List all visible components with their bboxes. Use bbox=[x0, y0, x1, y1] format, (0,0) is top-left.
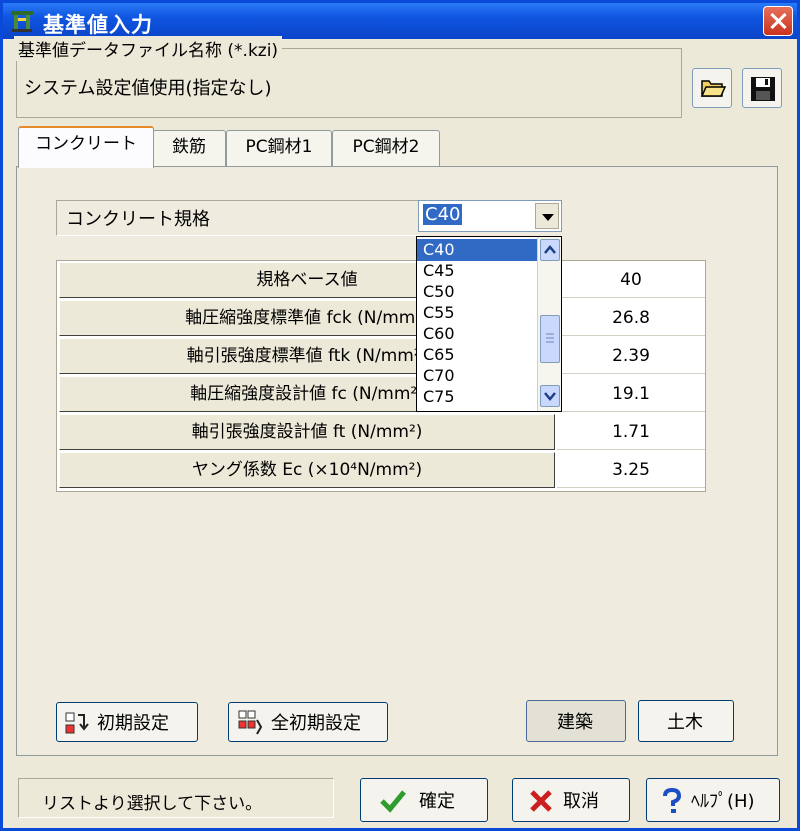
concrete-spec-label: コンクリート規格 bbox=[66, 209, 210, 230]
building-label: 建築 bbox=[557, 712, 593, 733]
close-icon[interactable] bbox=[763, 6, 793, 36]
param-value[interactable]: 2.39 bbox=[557, 338, 705, 374]
help-label: ﾍﾙﾌﾟ(H) bbox=[691, 791, 755, 812]
file-group-legend: 基準値データファイル名称 (*.kzi) bbox=[14, 36, 283, 61]
scroll-up-icon[interactable] bbox=[540, 239, 560, 261]
list-item[interactable]: C55 bbox=[417, 302, 537, 324]
table-row: 軸引張強度設計値 ft (N/mm²) 1.71 bbox=[57, 413, 707, 451]
civil-button[interactable]: 土木 bbox=[638, 700, 734, 742]
chevron-down-icon[interactable] bbox=[535, 203, 559, 229]
ok-button[interactable]: 確定 bbox=[360, 778, 488, 822]
list-item[interactable]: C60 bbox=[417, 323, 537, 345]
cancel-label: 取消 bbox=[563, 791, 599, 812]
cancel-button[interactable]: 取消 bbox=[512, 778, 630, 822]
tab-pc-steel-2-label: PC鋼材2 bbox=[352, 137, 420, 157]
initial-settings-icon bbox=[65, 711, 91, 740]
open-file-button[interactable] bbox=[692, 68, 732, 108]
table-row: 軸引張強度標準値 ftk (N/mm²) 2.39 bbox=[57, 337, 707, 375]
table-row: 軸圧縮強度標準値 fck (N/mm²) 26.8 bbox=[57, 299, 707, 337]
list-item[interactable]: C75 bbox=[417, 386, 537, 408]
tab-pc-steel-1[interactable]: PC鋼材1 bbox=[226, 130, 332, 166]
param-value[interactable]: 3.25 bbox=[557, 452, 705, 488]
param-value[interactable]: 40 bbox=[557, 262, 705, 298]
tab-pc-steel-1-label: PC鋼材1 bbox=[245, 137, 313, 157]
all-initial-settings-label: 全初期設定 bbox=[271, 713, 361, 734]
file-name-value: システム設定値使用(指定なし) bbox=[24, 78, 272, 99]
initial-settings-label: 初期設定 bbox=[97, 713, 169, 734]
list-item[interactable]: C40 bbox=[417, 239, 537, 261]
initial-settings-button[interactable]: 初期設定 bbox=[56, 702, 198, 742]
table-row: 規格ベース値 40 bbox=[57, 261, 707, 299]
dropdown-scrollbar[interactable] bbox=[537, 237, 561, 411]
help-button[interactable]: ﾍﾙﾌﾟ(H) bbox=[646, 778, 780, 822]
civil-label: 土木 bbox=[667, 712, 703, 733]
ok-label: 確定 bbox=[419, 791, 455, 812]
scroll-thumb[interactable] bbox=[540, 315, 560, 363]
param-value[interactable]: 26.8 bbox=[557, 300, 705, 336]
window-title: 基準値入力 bbox=[43, 13, 153, 37]
list-item[interactable]: C70 bbox=[417, 365, 537, 387]
param-table: 規格ベース値 40 軸圧縮強度標準値 fck (N/mm²) 26.8 軸引張強… bbox=[56, 260, 706, 492]
list-item[interactable]: C65 bbox=[417, 344, 537, 366]
concrete-spec-dropdown-list[interactable]: C40 C45 C50 C55 C60 C65 C70 C75 bbox=[416, 236, 562, 412]
param-value[interactable]: 19.1 bbox=[557, 376, 705, 412]
tab-rebar-label: 鉄筋 bbox=[172, 137, 206, 157]
save-file-button[interactable] bbox=[742, 68, 782, 108]
table-row: ヤング係数 Ec (×10⁴N/mm²) 3.25 bbox=[57, 451, 707, 489]
tab-concrete[interactable]: コンクリート bbox=[18, 126, 154, 168]
title-bar[interactable]: 基準値入力 bbox=[3, 3, 797, 39]
checkmark-icon bbox=[379, 789, 407, 818]
param-value[interactable]: 1.71 bbox=[557, 414, 705, 450]
help-question-icon bbox=[661, 787, 683, 819]
all-initial-settings-icon bbox=[237, 710, 265, 741]
param-label: ヤング係数 Ec (×10⁴N/mm²) bbox=[59, 452, 555, 488]
concrete-spec-combobox[interactable]: C40 bbox=[418, 200, 562, 232]
table-row: 軸圧縮強度設計値 fc (N/mm²) 19.1 bbox=[57, 375, 707, 413]
all-initial-settings-button[interactable]: 全初期設定 bbox=[228, 702, 388, 742]
tab-pc-steel-2[interactable]: PC鋼材2 bbox=[332, 130, 440, 166]
status-text: リストより選択して下さい。 bbox=[42, 794, 263, 814]
tab-concrete-label: コンクリート bbox=[35, 134, 137, 154]
building-button[interactable]: 建築 bbox=[526, 700, 626, 742]
app-icon bbox=[9, 8, 35, 34]
scroll-down-icon[interactable] bbox=[540, 385, 560, 407]
list-item[interactable]: C45 bbox=[417, 260, 537, 282]
cross-icon bbox=[529, 789, 553, 818]
combo-selected-value: C40 bbox=[423, 204, 463, 225]
tab-rebar[interactable]: 鉄筋 bbox=[152, 130, 226, 166]
param-label: 軸引張強度設計値 ft (N/mm²) bbox=[59, 414, 555, 450]
list-item[interactable]: C50 bbox=[417, 281, 537, 303]
